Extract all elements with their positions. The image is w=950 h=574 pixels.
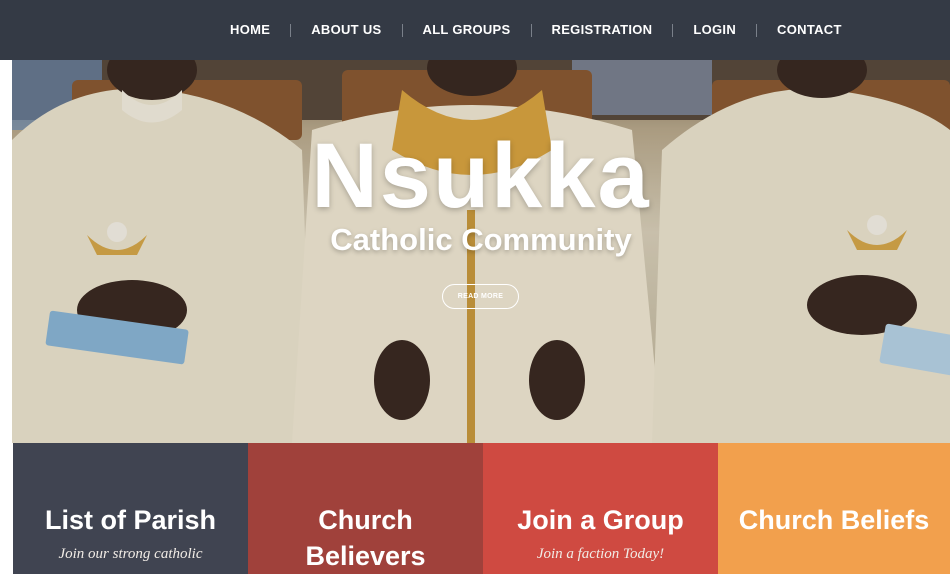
feature-description: Join our strong catholic — [58, 546, 203, 562]
feature-box-church-believers[interactable]: Church Believers — [248, 443, 483, 574]
hero-banner: Nsukka Catholic Community READ MORE — [12, 60, 950, 443]
nav-all-groups[interactable]: ALL GROUPS — [403, 23, 531, 37]
feature-description: Join a faction Today! — [536, 546, 665, 562]
feature-title: Join a Group — [517, 505, 684, 535]
feature-title: Church Believers — [305, 505, 426, 571]
nav-home[interactable]: HOME — [210, 23, 290, 37]
feature-box-church-beliefs[interactable]: Church Beliefs — [718, 443, 950, 574]
top-navbar: HOME ABOUT US ALL GROUPS REGISTRATION LO… — [0, 0, 950, 60]
main-nav: HOME ABOUT US ALL GROUPS REGISTRATION LO… — [210, 0, 862, 60]
read-more-button[interactable]: READ MORE — [442, 284, 519, 309]
hero-title: Nsukka — [311, 125, 651, 227]
hero-subtitle: Catholic Community — [330, 222, 632, 257]
feature-title: List of Parish — [44, 505, 217, 535]
feature-box-join-a-group[interactable]: Join a Group Join a faction Today! — [483, 443, 718, 574]
nav-login[interactable]: LOGIN — [673, 23, 756, 37]
feature-title: Church Beliefs — [738, 505, 930, 535]
nav-contact[interactable]: CONTACT — [757, 23, 862, 37]
feature-box-list-of-parish[interactable]: List of Parish Join our strong catholic — [13, 443, 248, 574]
nav-about-us[interactable]: ABOUT US — [291, 23, 401, 37]
nav-registration[interactable]: REGISTRATION — [532, 23, 673, 37]
